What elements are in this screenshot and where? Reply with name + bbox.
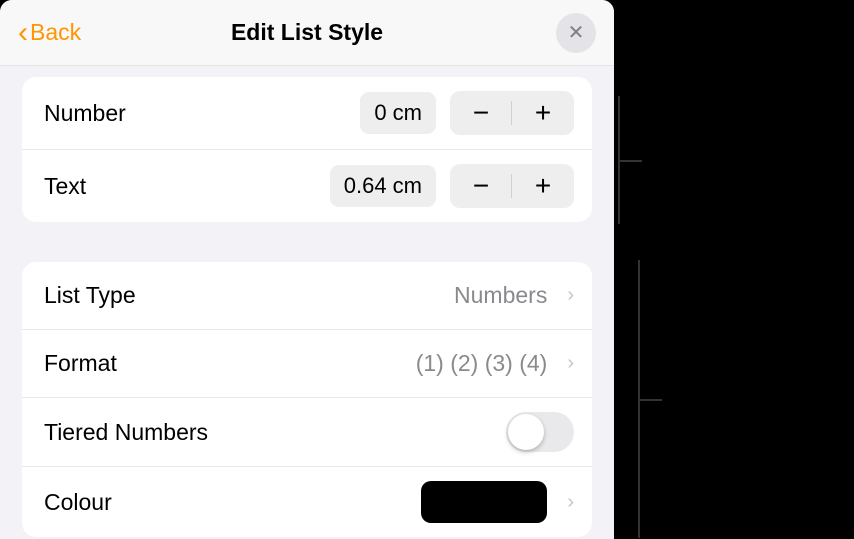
- number-increment[interactable]: +: [512, 91, 574, 135]
- chevron-right-icon: ›: [567, 284, 574, 307]
- edit-list-style-panel: ‹ Back Edit List Style ✕ Number 0 cm − +: [0, 0, 614, 539]
- chevron-left-icon: ‹: [18, 16, 28, 50]
- number-indent-row: Number 0 cm − +: [22, 77, 592, 150]
- callout-line: [618, 160, 642, 162]
- text-stepper: − +: [450, 164, 574, 208]
- plus-icon: +: [535, 97, 551, 129]
- format-value: (1) (2) (3) (4): [416, 350, 548, 377]
- panel-title: Edit List Style: [231, 19, 383, 46]
- colour-label: Colour: [44, 489, 112, 516]
- panel-header: ‹ Back Edit List Style ✕: [0, 0, 614, 66]
- number-stepper: − +: [450, 91, 574, 135]
- tiered-numbers-toggle[interactable]: [506, 412, 574, 452]
- close-button[interactable]: ✕: [556, 13, 596, 53]
- text-increment[interactable]: +: [512, 164, 574, 208]
- callout-line: [638, 399, 662, 401]
- toggle-knob: [508, 414, 544, 450]
- number-value[interactable]: 0 cm: [360, 92, 436, 134]
- chevron-right-icon: ›: [567, 491, 574, 514]
- tiered-numbers-label: Tiered Numbers: [44, 419, 208, 446]
- list-type-label: List Type: [44, 282, 136, 309]
- back-label: Back: [30, 19, 81, 46]
- number-decrement[interactable]: −: [450, 91, 512, 135]
- minus-icon: −: [473, 97, 489, 129]
- list-style-group: List Type Numbers › Format (1) (2) (3) (…: [22, 262, 592, 537]
- colour-row[interactable]: Colour ›: [22, 467, 592, 537]
- chevron-right-icon: ›: [567, 352, 574, 375]
- text-decrement[interactable]: −: [450, 164, 512, 208]
- list-type-value: Numbers: [454, 282, 547, 309]
- number-label: Number: [44, 100, 126, 127]
- close-icon: ✕: [568, 20, 585, 45]
- plus-icon: +: [535, 170, 551, 202]
- text-indent-row: Text 0.64 cm − +: [22, 150, 592, 222]
- text-value[interactable]: 0.64 cm: [330, 165, 436, 207]
- format-row[interactable]: Format (1) (2) (3) (4) ›: [22, 330, 592, 398]
- text-label: Text: [44, 173, 86, 200]
- indent-group: Number 0 cm − + Text 0.64 cm: [22, 77, 592, 222]
- minus-icon: −: [473, 170, 489, 202]
- back-button[interactable]: ‹ Back: [18, 16, 81, 50]
- format-label: Format: [44, 350, 117, 377]
- panel-content: Number 0 cm − + Text 0.64 cm: [0, 77, 614, 537]
- list-type-row[interactable]: List Type Numbers ›: [22, 262, 592, 330]
- colour-swatch: [421, 481, 547, 523]
- tiered-numbers-row: Tiered Numbers: [22, 398, 592, 467]
